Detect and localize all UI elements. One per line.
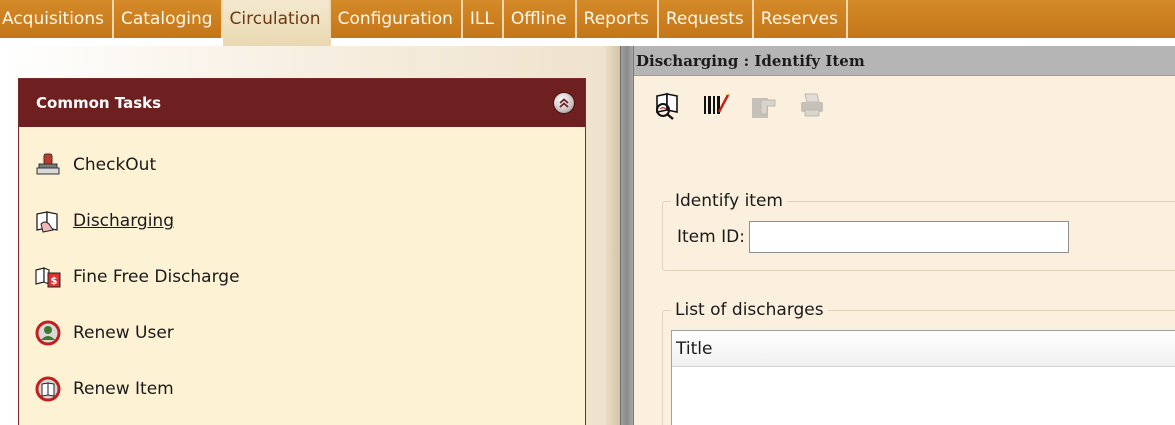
identify-item-legend: Identify item: [675, 191, 783, 211]
identify-item-icon: [656, 93, 678, 120]
top-menubar: Acquisitions Cataloging Circulation Conf…: [0, 0, 1175, 46]
hand-pointer-button[interactable]: [748, 89, 780, 121]
common-tasks-panel: Common Tasks CheckOut Discharging $ Fine…: [18, 78, 586, 425]
tab-reserves[interactable]: Reserves: [754, 0, 848, 38]
task-renew-item-label: Renew Item: [73, 379, 174, 399]
renew-item-icon: [35, 376, 61, 402]
task-list: CheckOut Discharging $ Fine Free Dischar…: [19, 127, 585, 417]
pane-title: Discharging : Identify Item: [636, 51, 865, 70]
left-pane: Common Tasks CheckOut Discharging $ Fine…: [0, 46, 620, 425]
tab-configuration[interactable]: Configuration: [331, 0, 463, 38]
column-header-title[interactable]: Title: [676, 339, 712, 359]
task-fine-free-discharge-label: Fine Free Discharge: [73, 267, 240, 287]
svg-text:$: $: [51, 276, 58, 287]
discharging-pane: Discharging : Identify Item Identify ite…: [634, 46, 1175, 425]
tab-acquisitions[interactable]: Acquisitions: [0, 0, 114, 38]
stamp-icon: [35, 152, 61, 178]
discharges-table[interactable]: Title: [671, 330, 1175, 425]
print-icon: [801, 93, 823, 117]
tab-reports[interactable]: Reports: [577, 0, 659, 38]
task-discharging[interactable]: Discharging: [19, 193, 585, 249]
task-checkout[interactable]: CheckOut: [19, 137, 585, 193]
print-button[interactable]: [796, 89, 828, 121]
task-discharging-label: Discharging: [73, 211, 174, 231]
tab-circulation[interactable]: Circulation: [222, 0, 331, 46]
collapse-icon[interactable]: [553, 92, 575, 114]
tab-offline[interactable]: Offline: [504, 0, 577, 38]
book-hand-icon: [35, 208, 61, 234]
book-no-fine-icon: $: [35, 264, 61, 290]
hand-pointer-icon: [752, 98, 776, 118]
task-renew-item[interactable]: Renew Item: [19, 361, 585, 417]
item-id-row: Item ID:: [677, 221, 1175, 253]
tab-ill[interactable]: ILL: [463, 0, 504, 38]
barcode-button[interactable]: [700, 89, 732, 121]
common-tasks-title: Common Tasks: [36, 94, 162, 112]
identify-item-button[interactable]: [652, 89, 684, 121]
barcode-icon: [704, 93, 730, 114]
discharges-group: List of discharges Title: [662, 300, 1175, 425]
item-id-input[interactable]: [748, 221, 1069, 253]
task-fine-free-discharge[interactable]: $ Fine Free Discharge: [19, 249, 585, 305]
renew-user-icon: [35, 320, 61, 346]
double-chevron-up-icon: [559, 98, 569, 108]
task-checkout-label: CheckOut: [73, 155, 157, 175]
pane-toolbar: [634, 76, 1175, 134]
identify-item-group: Identify item Item ID:: [662, 191, 1175, 271]
task-renew-user-label: Renew User: [73, 323, 174, 343]
tab-cataloging[interactable]: Cataloging: [114, 0, 223, 38]
menubar-strip: Acquisitions Cataloging Circulation Conf…: [0, 0, 1175, 46]
item-id-label: Item ID:: [677, 227, 745, 247]
task-renew-user[interactable]: Renew User: [19, 305, 585, 361]
pane-titlebar: Discharging : Identify Item: [634, 46, 1175, 76]
table-header: Title: [672, 331, 1175, 367]
discharges-legend: List of discharges: [675, 300, 824, 320]
pane-splitter[interactable]: [620, 46, 634, 425]
common-tasks-header[interactable]: Common Tasks: [19, 79, 585, 127]
tab-requests[interactable]: Requests: [659, 0, 754, 38]
